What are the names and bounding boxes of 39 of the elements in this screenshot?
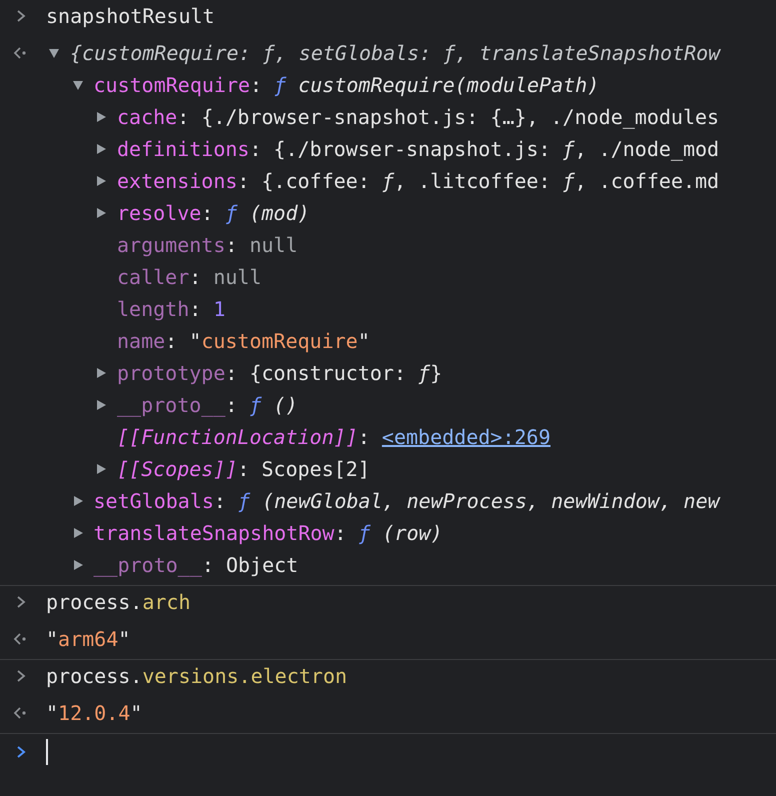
expand-triangle-icon[interactable] [95, 175, 107, 187]
expand-triangle-icon[interactable] [95, 399, 107, 411]
source-link[interactable]: <embedded>:269 [382, 425, 550, 449]
property-line: length: 1 [117, 297, 226, 321]
property-line: __proto__: ƒ () [117, 393, 298, 417]
expand-triangle-icon[interactable] [72, 527, 84, 539]
expand-triangle-icon[interactable] [72, 559, 84, 571]
expand-triangle-icon[interactable] [72, 79, 84, 91]
property-line: extensions: {.coffee: ƒ, .litcoffee: ƒ, .coffee.md [117, 169, 720, 193]
chevron-right-icon [15, 9, 27, 23]
console-command: process.arch [46, 590, 190, 614]
property-line: "arm64" [46, 627, 130, 651]
property-line: translateSnapshotRow: ƒ (row) [94, 521, 443, 545]
expand-triangle-icon[interactable] [95, 143, 107, 155]
property-line: prototype: {constructor: ƒ} [117, 361, 442, 385]
property-line: "12.0.4" [46, 701, 142, 725]
console-command: snapshotResult [46, 4, 215, 28]
property-line: arguments: null [117, 233, 298, 257]
property-line: setGlobals: ƒ (newGlobal, newProcess, newWindow, new [94, 489, 720, 513]
expand-triangle-icon[interactable] [95, 367, 107, 379]
property-line: resolve: ƒ (mod) [117, 201, 310, 225]
property-line: definitions: {./browser-snapshot.js: ƒ, ./node_mod [117, 137, 720, 161]
console-command: process.versions.electron [46, 664, 348, 688]
property-line: caller: null [117, 265, 262, 289]
chevron-right-icon [15, 595, 27, 609]
property-line: {customRequire: ƒ, setGlobals: ƒ, translateSnapshotRow [70, 41, 720, 65]
property-line: [[Scopes]]: Scopes[2] [117, 457, 370, 481]
chevron-right-icon [15, 745, 27, 759]
property-line: name: "customRequire" [117, 329, 370, 353]
expand-triangle-icon[interactable] [95, 207, 107, 219]
expand-triangle-icon[interactable] [95, 463, 107, 475]
expand-triangle-icon[interactable] [95, 111, 107, 123]
chevron-right-icon [15, 669, 27, 683]
expand-triangle-icon[interactable] [72, 495, 84, 507]
expand-triangle-icon[interactable] [48, 47, 60, 59]
property-line: __proto__: Object [94, 553, 298, 577]
property-line: [[FunctionLocation]]: <embedded>:269 [117, 425, 550, 449]
property-line: cache: {./browser-snapshot.js: {…}, ./node_modules [117, 105, 720, 129]
property-line: customRequire: ƒ customRequire(modulePath) [94, 73, 600, 97]
